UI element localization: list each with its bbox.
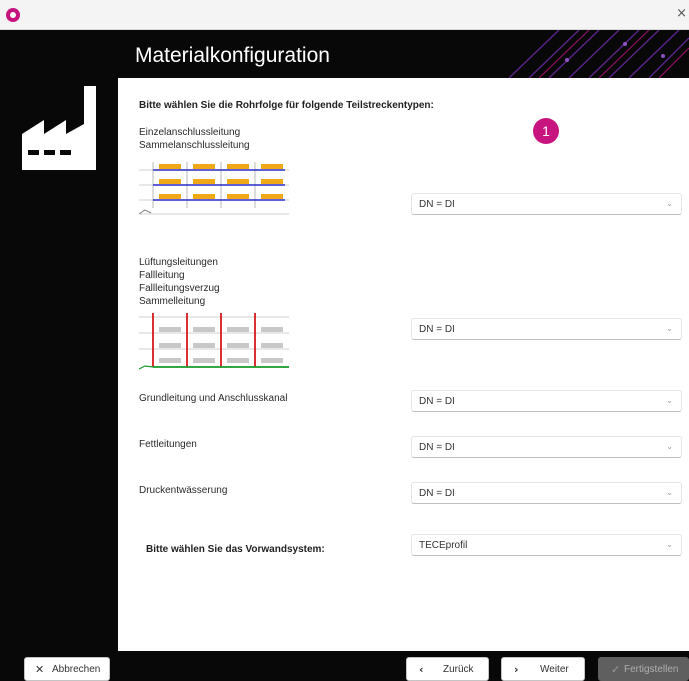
chevron-down-icon: ⌄ (666, 199, 673, 208)
pipe-diagram-anschluss (139, 162, 289, 215)
label-sammelanschlussleitung: Sammelanschlussleitung (139, 140, 250, 151)
cancel-button-label: Abbrechen (52, 664, 101, 675)
window-titlebar: × (0, 0, 689, 30)
label-grundleitung: Grundleitung und Anschlusskanal (139, 393, 288, 404)
page-title: Materialkonfiguration (135, 44, 330, 67)
dropdown-value: DN = DI (419, 396, 455, 407)
app-logo-icon (6, 8, 20, 22)
dropdown-value: DN = DI (419, 488, 455, 499)
chevron-down-icon: ⌄ (666, 442, 673, 451)
config-panel: Bitte wählen Sie die Rohrfolge für folge… (118, 78, 689, 651)
chevron-left-icon: ‹ (419, 663, 424, 676)
label-einzelanschlussleitung: Einzelanschlussleitung (139, 127, 241, 138)
wizard-frame: Materialkonfiguration Bitte wählen Sie d… (0, 30, 689, 681)
label-sammelleitung: Sammelleitung (139, 296, 206, 307)
chevron-down-icon: ⌄ (666, 324, 673, 333)
chevron-right-icon: › (514, 663, 519, 676)
back-button[interactable]: ‹ Zurück (406, 657, 489, 681)
label-lueftungsleitungen: Lüftungsleitungen (139, 257, 218, 268)
dropdown-fallleitung[interactable]: DN = DI ⌄ (411, 318, 682, 340)
dropdown-fettleitungen[interactable]: DN = DI ⌄ (411, 436, 682, 458)
circuit-decoration (508, 30, 689, 78)
factory-icon (22, 86, 96, 170)
next-button[interactable]: › Weiter (501, 657, 585, 681)
dropdown-anschlussleitung[interactable]: DN = DI ⌄ (411, 193, 682, 215)
chevron-down-icon: ⌄ (666, 540, 673, 549)
section-heading: Bitte wählen Sie die Rohrfolge für folge… (139, 100, 434, 111)
vorwandsystem-label: Bitte wählen Sie das Vorwandsystem: (146, 544, 325, 555)
step-badge: 1 (533, 118, 559, 144)
pipe-diagram-fallleitung (139, 313, 289, 370)
finish-button-label: Fertigstellen (624, 664, 679, 675)
dropdown-value: DN = DI (419, 324, 455, 335)
label-druckentwaesserung: Druckentwässerung (139, 485, 228, 496)
dropdown-druckentwaesserung[interactable]: DN = DI ⌄ (411, 482, 682, 504)
next-button-label: Weiter (540, 664, 569, 675)
x-icon: ✕ (35, 663, 45, 676)
chevron-down-icon: ⌄ (666, 488, 673, 497)
close-icon[interactable]: × (676, 6, 687, 21)
chevron-down-icon: ⌄ (666, 396, 673, 405)
label-fallleitung: Fallleitung (139, 270, 185, 281)
label-fettleitungen: Fettleitungen (139, 439, 197, 450)
dropdown-grundleitung[interactable]: DN = DI ⌄ (411, 390, 682, 412)
check-icon: ✓ (611, 663, 621, 676)
cancel-button[interactable]: ✕ Abbrechen (24, 657, 110, 681)
finish-button[interactable]: ✓ Fertigstellen (598, 657, 689, 681)
dropdown-vorwandsystem[interactable]: TECEprofil ⌄ (411, 534, 682, 556)
dropdown-value: TECEprofil (419, 540, 468, 551)
back-button-label: Zurück (443, 664, 474, 675)
dropdown-value: DN = DI (419, 442, 455, 453)
dropdown-value: DN = DI (419, 199, 455, 210)
label-fallleitungsverzug: Fallleitungsverzug (139, 283, 220, 294)
